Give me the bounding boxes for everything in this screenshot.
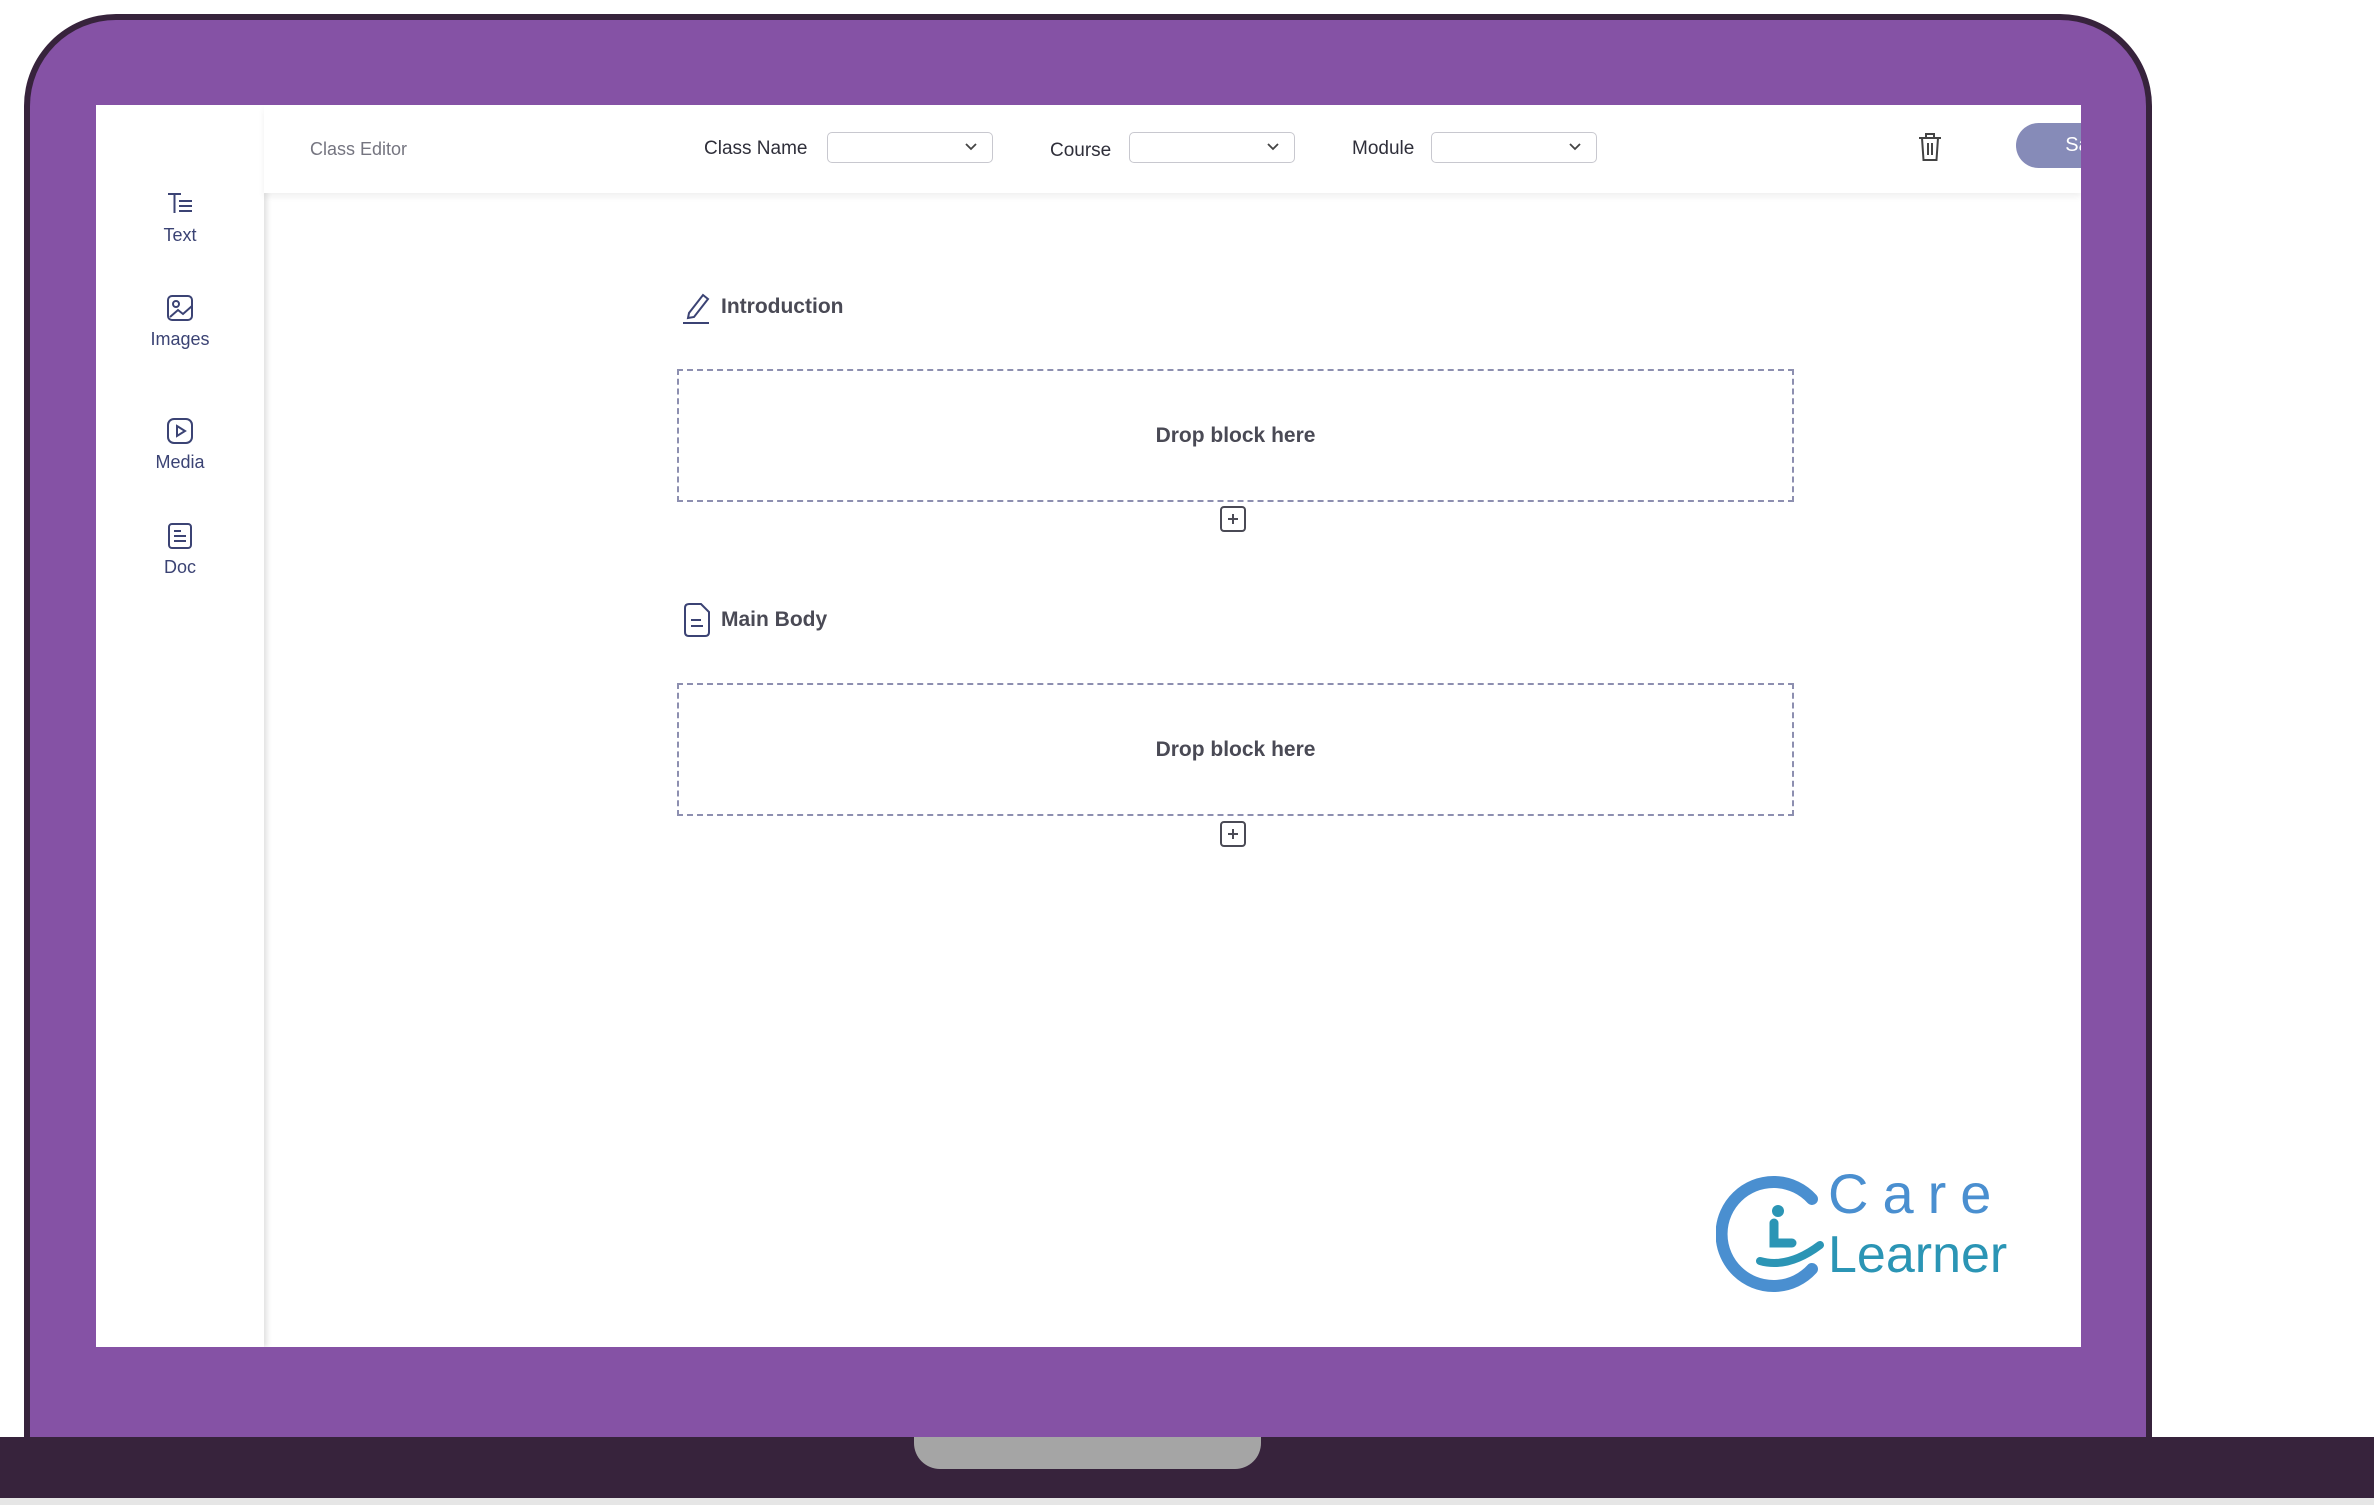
module-select[interactable]	[1431, 132, 1597, 163]
course-select[interactable]	[1129, 132, 1295, 163]
app-screen: Text Images Media Doc Class Editor Class	[96, 105, 2081, 1347]
section-title: Introduction	[721, 295, 844, 318]
dropzone-label: Drop block here	[1155, 423, 1316, 447]
course-label: Course	[1050, 140, 1112, 161]
file-icon	[684, 603, 710, 637]
image-icon	[167, 295, 193, 321]
section-header-introduction: Introduction	[681, 289, 843, 325]
sidebar-item-label: Doc	[163, 557, 196, 577]
class-name-select[interactable]	[827, 132, 993, 163]
sidebar-item-label: Images	[150, 329, 210, 349]
pencil-icon	[683, 293, 710, 324]
sidebar-item-doc[interactable]: Doc	[96, 521, 264, 578]
add-block-button[interactable]	[1220, 821, 1246, 847]
editor-toolbar: Class Editor Class Name Course Module Sa…	[264, 105, 2081, 193]
document-icon	[168, 523, 192, 549]
laptop-notch	[914, 1437, 1261, 1469]
class-name-label: Class Name	[704, 138, 808, 159]
laptop-base-edge	[0, 1498, 2374, 1505]
logo-text-learner: Learner	[1828, 1226, 2008, 1284]
block-sidebar: Text Images Media Doc	[96, 105, 264, 1347]
care-learner-logo: Care Learner	[1716, 1161, 2056, 1311]
module-label: Module	[1352, 138, 1415, 159]
logo-mark-icon	[1716, 1176, 1824, 1292]
chevron-down-icon	[1267, 143, 1279, 151]
sidebar-item-label: Text	[163, 225, 197, 245]
dropzone-introduction[interactable]: Drop block here	[677, 369, 1794, 502]
add-block-button[interactable]	[1220, 506, 1246, 532]
dropzone-label: Drop block here	[1155, 737, 1316, 761]
section-header-main-body: Main Body	[681, 602, 827, 638]
section-title: Main Body	[721, 608, 828, 631]
text-icon	[168, 193, 192, 213]
chevron-down-icon	[1569, 143, 1581, 151]
play-icon	[167, 418, 193, 444]
trash-icon[interactable]	[1914, 130, 1946, 164]
sidebar-item-label: Media	[155, 452, 205, 472]
sidebar-item-images[interactable]: Images	[96, 293, 264, 350]
sidebar-item-media[interactable]: Media	[96, 416, 264, 473]
dropzone-main-body[interactable]: Drop block here	[677, 683, 1794, 816]
save-button[interactable]: Save	[2016, 123, 2081, 168]
logo-text-care: Care	[1828, 1162, 2006, 1225]
sidebar-item-text[interactable]: Text	[96, 189, 264, 246]
page-title: Class Editor	[310, 139, 408, 159]
chevron-down-icon	[965, 143, 977, 151]
